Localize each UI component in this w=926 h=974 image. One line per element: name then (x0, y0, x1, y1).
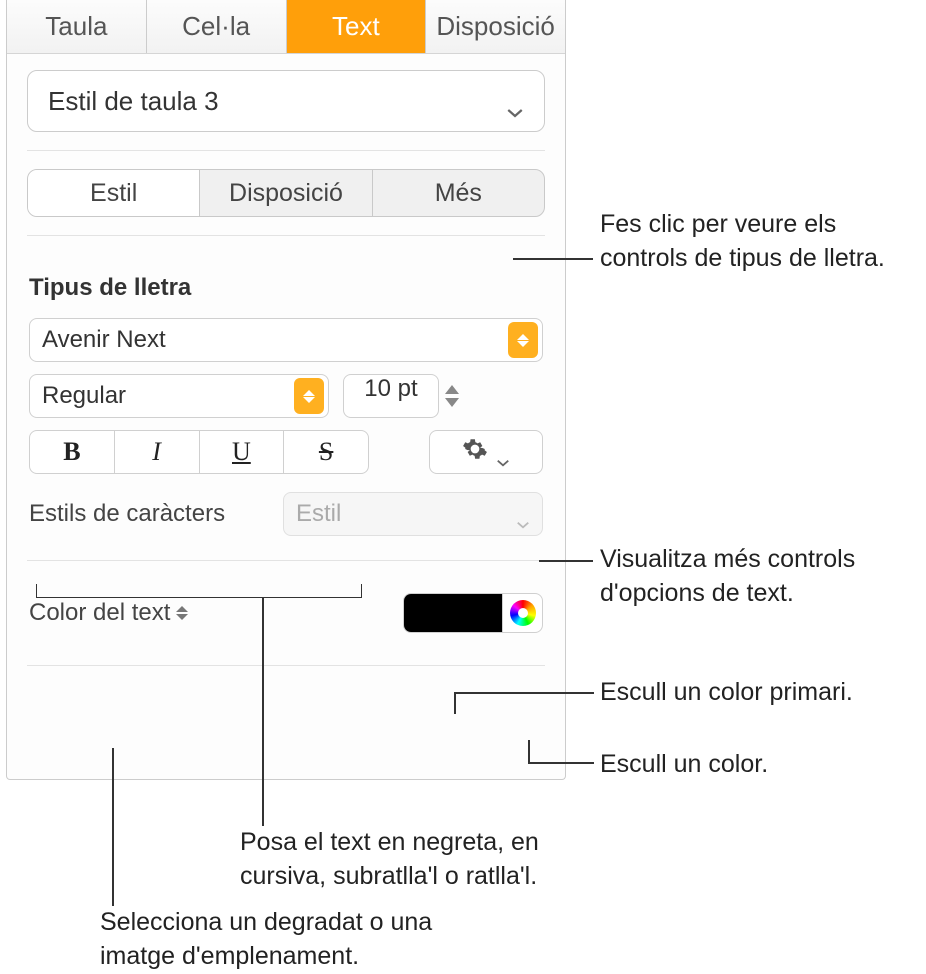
font-weight-select[interactable]: Regular (29, 374, 329, 418)
text-color-menu[interactable]: Color del text (29, 599, 188, 627)
paragraph-style-select[interactable]: Estil de taula 3 (27, 70, 545, 132)
divider (27, 560, 545, 561)
format-inspector-panel: Taula Cel·la Text Disposició Estil de ta… (6, 0, 566, 780)
paragraph-style-value: Estil de taula 3 (48, 86, 219, 117)
character-styles-label: Estils de caràcters (29, 500, 225, 528)
color-wheel-icon (510, 600, 536, 626)
callout-line (454, 692, 594, 694)
bold-button[interactable]: B (30, 431, 115, 473)
top-tab-bar: Taula Cel·la Text Disposició (7, 0, 565, 54)
dropdown-spinner-icon (508, 322, 538, 358)
callout-line (528, 740, 530, 762)
divider (27, 665, 545, 666)
font-weight-value: Regular (42, 382, 126, 410)
font-size-down[interactable] (445, 398, 459, 407)
callout-line (112, 748, 114, 906)
callout-bius: Posa el text en negreta, en cursiva, sub… (240, 826, 600, 894)
tab-table[interactable]: Taula (7, 0, 147, 53)
color-wheel-button[interactable] (502, 594, 542, 632)
callout-line (528, 762, 594, 764)
callout-gradient-fill: Selecciona un degradat o una imatge d'em… (100, 906, 460, 974)
chevron-down-icon (516, 509, 530, 519)
underline-button[interactable]: U (200, 431, 285, 473)
text-subtab-bar: Estil Disposició Més (27, 169, 545, 217)
callout-pick-color: Escull un color. (600, 748, 920, 782)
tab-text[interactable]: Text (287, 0, 427, 53)
gear-icon (462, 436, 488, 469)
tab-layout[interactable]: Disposició (426, 0, 565, 53)
color-swatch-primary[interactable] (404, 594, 502, 632)
subtab-more[interactable]: Més (373, 170, 544, 216)
callout-font-controls: Fes clic per veure els controls de tipus… (600, 208, 910, 276)
font-family-value: Avenir Next (42, 326, 166, 354)
callout-more-options: Visualitza més controls d'opcions de tex… (600, 543, 920, 611)
divider (27, 150, 545, 151)
text-style-button-group: B I U S (29, 430, 369, 474)
font-size-input[interactable]: 10 pt (343, 374, 439, 418)
character-style-select[interactable]: Estil (283, 492, 543, 536)
strikethrough-button[interactable]: S (284, 431, 368, 473)
advanced-options-button[interactable] (429, 430, 543, 474)
character-style-placeholder: Estil (296, 500, 341, 528)
callout-bracket (36, 584, 362, 598)
callout-primary-color: Escull un color primari. (600, 676, 920, 710)
callout-line (262, 598, 264, 826)
text-color-swatch-group (403, 593, 543, 633)
updown-icon (176, 606, 188, 620)
callout-line (454, 692, 456, 714)
chevron-down-icon (506, 95, 524, 107)
tab-cell[interactable]: Cel·la (147, 0, 287, 53)
chevron-down-icon (496, 447, 510, 457)
dropdown-spinner-icon (294, 378, 324, 414)
subtab-layout[interactable]: Disposició (200, 170, 372, 216)
callout-line (539, 560, 593, 562)
font-family-select[interactable]: Avenir Next (29, 318, 543, 362)
divider (27, 235, 545, 236)
italic-button[interactable]: I (115, 431, 200, 473)
font-section-title: Tipus de lletra (7, 254, 565, 312)
font-size-up[interactable] (445, 385, 459, 394)
text-color-label: Color del text (29, 599, 170, 627)
subtab-style[interactable]: Estil (28, 170, 200, 216)
font-size-stepper: 10 pt (343, 374, 459, 418)
callout-line (513, 258, 593, 260)
